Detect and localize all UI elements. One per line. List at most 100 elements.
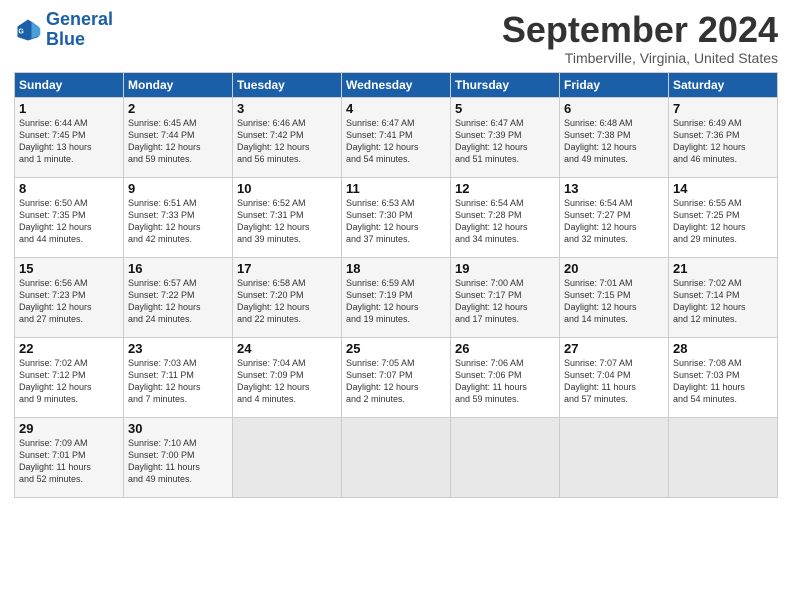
cell-content: Sunrise: 6:54 AM Sunset: 7:27 PM Dayligh…	[564, 197, 664, 246]
header-wednesday: Wednesday	[342, 72, 451, 97]
day-number: 26	[455, 341, 555, 356]
table-row: 18Sunrise: 6:59 AM Sunset: 7:19 PM Dayli…	[342, 257, 451, 337]
table-row: 3Sunrise: 6:46 AM Sunset: 7:42 PM Daylig…	[233, 97, 342, 177]
day-number: 5	[455, 101, 555, 116]
table-row: 24Sunrise: 7:04 AM Sunset: 7:09 PM Dayli…	[233, 337, 342, 417]
cell-content: Sunrise: 6:51 AM Sunset: 7:33 PM Dayligh…	[128, 197, 228, 246]
cell-content: Sunrise: 6:44 AM Sunset: 7:45 PM Dayligh…	[19, 117, 119, 166]
cell-content: Sunrise: 7:06 AM Sunset: 7:06 PM Dayligh…	[455, 357, 555, 406]
table-row: 30Sunrise: 7:10 AM Sunset: 7:00 PM Dayli…	[124, 417, 233, 497]
cell-content: Sunrise: 6:47 AM Sunset: 7:39 PM Dayligh…	[455, 117, 555, 166]
cell-content: Sunrise: 6:59 AM Sunset: 7:19 PM Dayligh…	[346, 277, 446, 326]
header-sunday: Sunday	[15, 72, 124, 97]
table-row: 17Sunrise: 6:58 AM Sunset: 7:20 PM Dayli…	[233, 257, 342, 337]
table-row: 13Sunrise: 6:54 AM Sunset: 7:27 PM Dayli…	[560, 177, 669, 257]
cell-content: Sunrise: 6:55 AM Sunset: 7:25 PM Dayligh…	[673, 197, 773, 246]
cell-content: Sunrise: 6:56 AM Sunset: 7:23 PM Dayligh…	[19, 277, 119, 326]
logo: G General Blue	[14, 10, 113, 50]
table-row	[342, 417, 451, 497]
header-monday: Monday	[124, 72, 233, 97]
day-number: 9	[128, 181, 228, 196]
day-number: 25	[346, 341, 446, 356]
day-number: 13	[564, 181, 664, 196]
table-row	[669, 417, 778, 497]
cell-content: Sunrise: 6:52 AM Sunset: 7:31 PM Dayligh…	[237, 197, 337, 246]
table-row	[451, 417, 560, 497]
table-row: 8Sunrise: 6:50 AM Sunset: 7:35 PM Daylig…	[15, 177, 124, 257]
day-number: 18	[346, 261, 446, 276]
title-block: September 2024 Timberville, Virginia, Un…	[502, 10, 778, 66]
day-number: 14	[673, 181, 773, 196]
table-row: 23Sunrise: 7:03 AM Sunset: 7:11 PM Dayli…	[124, 337, 233, 417]
day-number: 1	[19, 101, 119, 116]
table-row: 19Sunrise: 7:00 AM Sunset: 7:17 PM Dayli…	[451, 257, 560, 337]
day-number: 16	[128, 261, 228, 276]
cell-content: Sunrise: 6:54 AM Sunset: 7:28 PM Dayligh…	[455, 197, 555, 246]
table-row: 10Sunrise: 6:52 AM Sunset: 7:31 PM Dayli…	[233, 177, 342, 257]
cell-content: Sunrise: 7:07 AM Sunset: 7:04 PM Dayligh…	[564, 357, 664, 406]
cell-content: Sunrise: 6:50 AM Sunset: 7:35 PM Dayligh…	[19, 197, 119, 246]
table-row: 9Sunrise: 6:51 AM Sunset: 7:33 PM Daylig…	[124, 177, 233, 257]
table-row: 20Sunrise: 7:01 AM Sunset: 7:15 PM Dayli…	[560, 257, 669, 337]
table-row: 15Sunrise: 6:56 AM Sunset: 7:23 PM Dayli…	[15, 257, 124, 337]
header-thursday: Thursday	[451, 72, 560, 97]
cell-content: Sunrise: 7:08 AM Sunset: 7:03 PM Dayligh…	[673, 357, 773, 406]
cell-content: Sunrise: 7:00 AM Sunset: 7:17 PM Dayligh…	[455, 277, 555, 326]
table-row: 12Sunrise: 6:54 AM Sunset: 7:28 PM Dayli…	[451, 177, 560, 257]
table-row: 25Sunrise: 7:05 AM Sunset: 7:07 PM Dayli…	[342, 337, 451, 417]
day-number: 30	[128, 421, 228, 436]
table-row: 26Sunrise: 7:06 AM Sunset: 7:06 PM Dayli…	[451, 337, 560, 417]
cell-content: Sunrise: 6:48 AM Sunset: 7:38 PM Dayligh…	[564, 117, 664, 166]
day-number: 15	[19, 261, 119, 276]
cell-content: Sunrise: 6:57 AM Sunset: 7:22 PM Dayligh…	[128, 277, 228, 326]
table-row	[560, 417, 669, 497]
day-number: 10	[237, 181, 337, 196]
table-row	[233, 417, 342, 497]
day-number: 17	[237, 261, 337, 276]
table-row: 22Sunrise: 7:02 AM Sunset: 7:12 PM Dayli…	[15, 337, 124, 417]
table-row: 4Sunrise: 6:47 AM Sunset: 7:41 PM Daylig…	[342, 97, 451, 177]
cell-content: Sunrise: 6:49 AM Sunset: 7:36 PM Dayligh…	[673, 117, 773, 166]
header-friday: Friday	[560, 72, 669, 97]
cell-content: Sunrise: 6:47 AM Sunset: 7:41 PM Dayligh…	[346, 117, 446, 166]
logo-icon: G	[14, 16, 42, 44]
calendar-body: 1Sunrise: 6:44 AM Sunset: 7:45 PM Daylig…	[15, 97, 778, 497]
day-number: 22	[19, 341, 119, 356]
header-tuesday: Tuesday	[233, 72, 342, 97]
cell-content: Sunrise: 6:45 AM Sunset: 7:44 PM Dayligh…	[128, 117, 228, 166]
day-number: 27	[564, 341, 664, 356]
day-number: 24	[237, 341, 337, 356]
day-number: 7	[673, 101, 773, 116]
day-number: 8	[19, 181, 119, 196]
table-row: 29Sunrise: 7:09 AM Sunset: 7:01 PM Dayli…	[15, 417, 124, 497]
day-number: 21	[673, 261, 773, 276]
day-number: 29	[19, 421, 119, 436]
month-title: September 2024	[502, 10, 778, 50]
cell-content: Sunrise: 6:58 AM Sunset: 7:20 PM Dayligh…	[237, 277, 337, 326]
svg-text:G: G	[18, 28, 24, 35]
cell-content: Sunrise: 7:04 AM Sunset: 7:09 PM Dayligh…	[237, 357, 337, 406]
day-number: 28	[673, 341, 773, 356]
cell-content: Sunrise: 6:46 AM Sunset: 7:42 PM Dayligh…	[237, 117, 337, 166]
day-number: 4	[346, 101, 446, 116]
day-number: 19	[455, 261, 555, 276]
cell-content: Sunrise: 6:53 AM Sunset: 7:30 PM Dayligh…	[346, 197, 446, 246]
day-number: 3	[237, 101, 337, 116]
cell-content: Sunrise: 7:10 AM Sunset: 7:00 PM Dayligh…	[128, 437, 228, 486]
day-number: 20	[564, 261, 664, 276]
day-number: 12	[455, 181, 555, 196]
cell-content: Sunrise: 7:02 AM Sunset: 7:12 PM Dayligh…	[19, 357, 119, 406]
day-number: 23	[128, 341, 228, 356]
cell-content: Sunrise: 7:05 AM Sunset: 7:07 PM Dayligh…	[346, 357, 446, 406]
table-row: 16Sunrise: 6:57 AM Sunset: 7:22 PM Dayli…	[124, 257, 233, 337]
day-number: 2	[128, 101, 228, 116]
day-number: 6	[564, 101, 664, 116]
table-row: 27Sunrise: 7:07 AM Sunset: 7:04 PM Dayli…	[560, 337, 669, 417]
day-number: 11	[346, 181, 446, 196]
cell-content: Sunrise: 7:02 AM Sunset: 7:14 PM Dayligh…	[673, 277, 773, 326]
calendar-container: G General Blue September 2024 Timbervill…	[0, 0, 792, 504]
cell-content: Sunrise: 7:03 AM Sunset: 7:11 PM Dayligh…	[128, 357, 228, 406]
header-saturday: Saturday	[669, 72, 778, 97]
table-row: 2Sunrise: 6:45 AM Sunset: 7:44 PM Daylig…	[124, 97, 233, 177]
table-row: 28Sunrise: 7:08 AM Sunset: 7:03 PM Dayli…	[669, 337, 778, 417]
